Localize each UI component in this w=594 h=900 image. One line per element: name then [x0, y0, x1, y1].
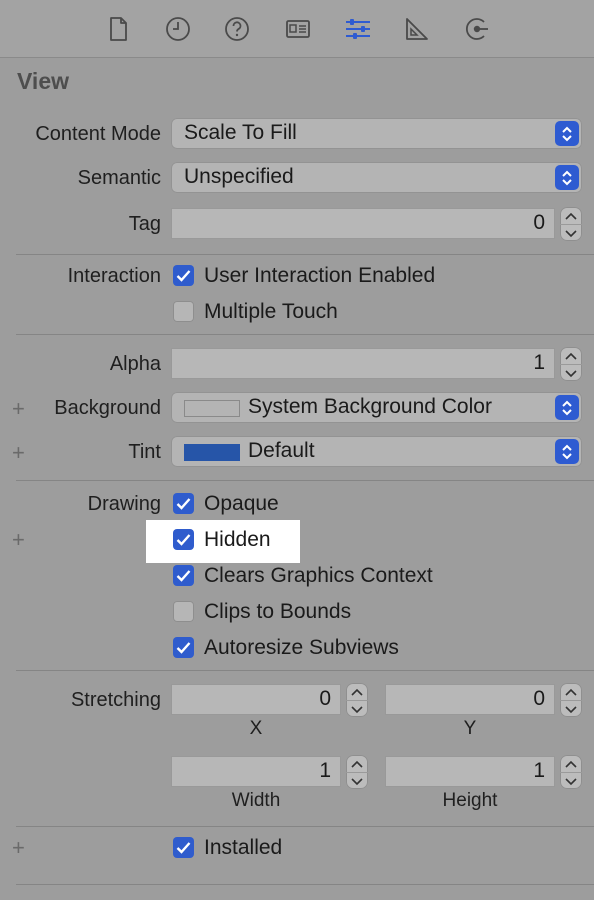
- tag-field[interactable]: 0: [171, 208, 555, 239]
- autoresize-label[interactable]: Autoresize Subviews: [204, 636, 399, 660]
- add-variation-background-icon[interactable]: +: [12, 398, 25, 420]
- stretch-x-field[interactable]: 0: [171, 684, 341, 715]
- add-variation-installed-icon[interactable]: +: [12, 837, 25, 859]
- popup-chevrons-icon: [555, 121, 579, 146]
- installed-label[interactable]: Installed: [204, 836, 282, 860]
- stepper-down-icon[interactable]: [346, 772, 368, 790]
- stretch-height-field[interactable]: 1: [385, 756, 555, 787]
- stepper-down-icon[interactable]: [560, 700, 582, 718]
- clears-graphics-label[interactable]: Clears Graphics Context: [204, 564, 433, 588]
- alpha-label: Alpha: [109, 353, 161, 375]
- size-icon[interactable]: [402, 14, 432, 44]
- content-mode-popup[interactable]: Scale To Fill: [171, 118, 582, 149]
- semantic-value: Unspecified: [184, 165, 294, 188]
- stretch-x-caption: X: [249, 718, 263, 739]
- alpha-field[interactable]: 1: [171, 348, 555, 379]
- stretch-height-caption: Height: [442, 790, 498, 811]
- stepper-up-icon[interactable]: [346, 683, 368, 700]
- stepper-down-icon[interactable]: [346, 700, 368, 718]
- stretch-y-stepper[interactable]: [560, 683, 582, 717]
- stepper-down-icon[interactable]: [560, 772, 582, 790]
- stepper-down-icon[interactable]: [560, 224, 582, 242]
- divider: [16, 480, 594, 481]
- stretch-x-value: 0: [319, 687, 331, 710]
- background-value: System Background Color: [248, 395, 492, 418]
- user-interaction-checkbox[interactable]: [173, 265, 194, 286]
- stretch-y-caption: Y: [463, 718, 477, 739]
- drawing-label: Drawing: [87, 493, 161, 515]
- section-title: View: [17, 68, 69, 94]
- attributes-icon[interactable]: [343, 14, 373, 44]
- checkmark-icon: [176, 842, 191, 854]
- background-popup[interactable]: System Background Color: [171, 392, 582, 423]
- stretch-height-value: 1: [533, 759, 545, 782]
- divider: [16, 826, 594, 827]
- alpha-value: 1: [533, 351, 545, 374]
- divider: [16, 334, 594, 335]
- opaque-checkbox[interactable]: [173, 493, 194, 514]
- checkmark-icon: [176, 570, 191, 582]
- tint-popup[interactable]: Default: [171, 436, 582, 467]
- stretch-width-caption: Width: [231, 790, 281, 811]
- clips-to-bounds-label[interactable]: Clips to Bounds: [204, 600, 351, 624]
- autoresize-checkbox[interactable]: [173, 637, 194, 658]
- stretch-y-field[interactable]: 0: [385, 684, 555, 715]
- background-label: Background: [54, 397, 161, 419]
- installed-checkbox[interactable]: [173, 837, 194, 858]
- help-icon[interactable]: [222, 14, 252, 44]
- stepper-up-icon[interactable]: [346, 755, 368, 772]
- add-variation-tint-icon[interactable]: +: [12, 442, 25, 464]
- stretch-width-stepper[interactable]: [346, 755, 368, 789]
- add-variation-hidden-icon[interactable]: +: [12, 529, 25, 551]
- identity-icon[interactable]: [283, 14, 313, 44]
- divider: [16, 670, 594, 671]
- stretch-width-value: 1: [319, 759, 331, 782]
- stretch-height-stepper[interactable]: [560, 755, 582, 789]
- divider: [16, 884, 594, 885]
- clears-graphics-checkbox[interactable]: [173, 565, 194, 586]
- stepper-up-icon[interactable]: [560, 207, 582, 224]
- content-mode-value: Scale To Fill: [184, 121, 297, 144]
- tint-color-swatch: [184, 444, 240, 461]
- hidden-label[interactable]: Hidden: [204, 528, 271, 552]
- alpha-stepper[interactable]: [560, 347, 582, 381]
- clips-to-bounds-checkbox[interactable]: [173, 601, 194, 622]
- popup-chevrons-icon: [555, 395, 579, 420]
- tint-label: Tint: [128, 441, 161, 463]
- multiple-touch-label[interactable]: Multiple Touch: [204, 300, 338, 324]
- divider: [16, 254, 594, 255]
- popup-chevrons-icon: [555, 165, 579, 190]
- opaque-label[interactable]: Opaque: [204, 492, 279, 516]
- popup-chevrons-icon: [555, 439, 579, 464]
- stretch-x-stepper[interactable]: [346, 683, 368, 717]
- multiple-touch-checkbox[interactable]: [173, 301, 194, 322]
- stepper-up-icon[interactable]: [560, 683, 582, 700]
- inspector-toolbar: [0, 0, 594, 58]
- file-icon[interactable]: [103, 14, 133, 44]
- user-interaction-label[interactable]: User Interaction Enabled: [204, 264, 435, 288]
- interaction-label: Interaction: [67, 265, 161, 287]
- semantic-label: Semantic: [77, 167, 161, 189]
- checkmark-icon: [176, 534, 191, 546]
- stretch-y-value: 0: [533, 687, 545, 710]
- background-color-swatch: [184, 400, 240, 417]
- stepper-up-icon[interactable]: [560, 755, 582, 772]
- checkmark-icon: [176, 642, 191, 654]
- semantic-popup[interactable]: Unspecified: [171, 162, 582, 193]
- stretch-width-field[interactable]: 1: [171, 756, 341, 787]
- checkmark-icon: [176, 270, 191, 282]
- tint-value: Default: [248, 439, 315, 462]
- connections-icon[interactable]: [462, 14, 492, 44]
- tag-stepper[interactable]: [560, 207, 582, 241]
- stretching-label: Stretching: [70, 689, 161, 711]
- checkmark-icon: [176, 498, 191, 510]
- stepper-up-icon[interactable]: [560, 347, 582, 364]
- tag-value: 0: [533, 211, 545, 234]
- tag-label: Tag: [128, 213, 161, 235]
- hidden-checkbox[interactable]: [173, 529, 194, 550]
- history-icon[interactable]: [163, 14, 193, 44]
- content-mode-label: Content Mode: [35, 123, 161, 145]
- stepper-down-icon[interactable]: [560, 364, 582, 382]
